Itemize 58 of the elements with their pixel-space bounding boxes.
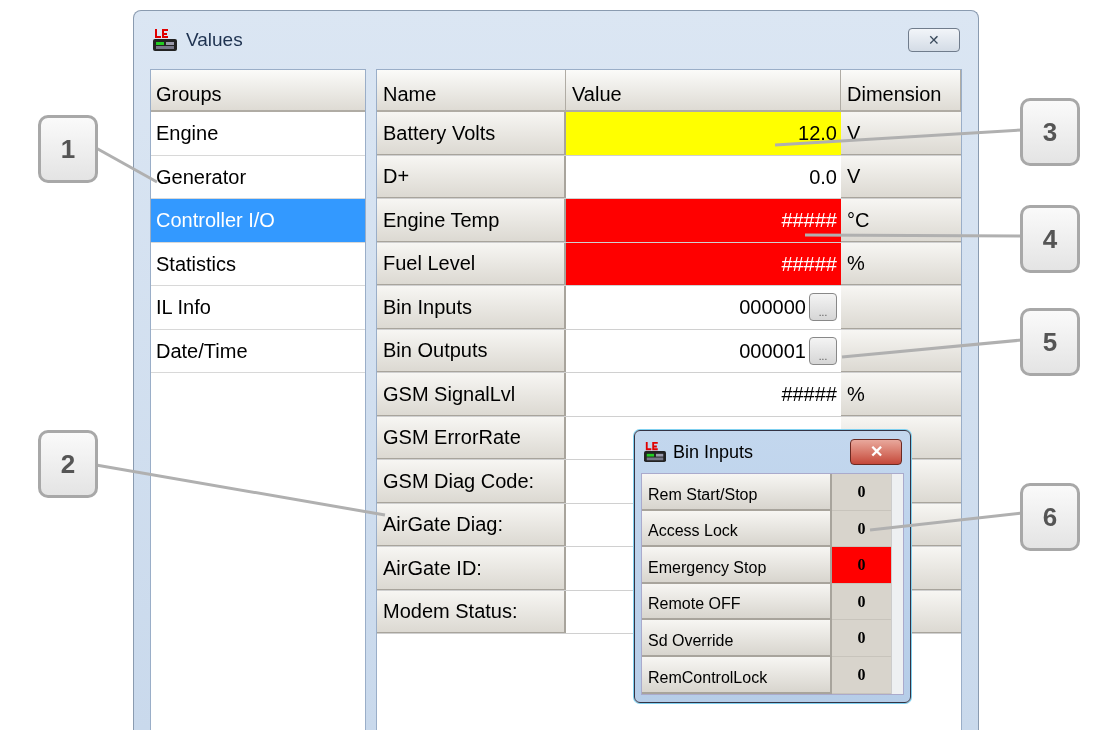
dimension-cell: V xyxy=(841,155,961,198)
column-header: Groups xyxy=(151,70,365,112)
row-name: AirGate Diag: xyxy=(377,503,566,546)
input-name: Emergency Stop xyxy=(642,547,832,584)
row-name: Engine Temp xyxy=(377,199,566,242)
callout-label: 4 xyxy=(1020,205,1080,273)
value-text: 0.0 xyxy=(809,164,837,190)
row-name: Fuel Level xyxy=(377,242,566,285)
group-item[interactable]: Date/Time xyxy=(151,329,365,373)
value-text: 000000 xyxy=(739,295,806,321)
input-name: Rem Start/Stop xyxy=(642,474,832,511)
ellipsis-button[interactable]: ... xyxy=(809,336,837,365)
column-header: Dimension xyxy=(841,70,961,112)
callout-label: 2 xyxy=(38,430,98,498)
input-name: RemControlLock xyxy=(642,656,832,694)
input-value: 0 xyxy=(832,656,892,694)
row-name: D+ xyxy=(377,155,566,198)
popup-title: Bin Inputs xyxy=(673,440,754,464)
app-icon xyxy=(643,441,667,463)
input-value: 0 xyxy=(832,547,892,584)
row-name: AirGate ID: xyxy=(377,547,566,590)
row-name: Battery Volts xyxy=(377,112,566,155)
callout-label: 6 xyxy=(1020,483,1080,551)
column-header: Name xyxy=(377,70,566,112)
row-name: Bin Inputs xyxy=(377,286,566,329)
input-name: Remote OFF xyxy=(642,583,832,621)
input-name: Access Lock xyxy=(642,510,832,548)
input-value: 0 xyxy=(832,474,892,511)
app-icon xyxy=(152,28,178,52)
row-name: Bin Outputs xyxy=(377,329,566,372)
value-cell: ##### xyxy=(566,242,841,285)
value-text: 000001 xyxy=(739,338,806,364)
value-cell: ##### xyxy=(566,199,841,242)
input-name: Sd Override xyxy=(642,620,832,657)
value-cell: 12.0 xyxy=(566,112,841,155)
callout-label: 1 xyxy=(38,115,98,183)
group-item[interactable]: Statistics xyxy=(151,242,365,286)
input-value: 0 xyxy=(832,510,892,548)
ellipsis-button[interactable]: ... xyxy=(809,293,837,322)
callout-label: 3 xyxy=(1020,98,1080,166)
group-item[interactable]: Engine xyxy=(151,112,365,156)
input-value: 0 xyxy=(832,583,892,621)
row-name: Modem Status: xyxy=(377,590,566,633)
dimension-cell: % xyxy=(841,373,961,416)
leader-line xyxy=(95,146,158,184)
window-title: Values xyxy=(186,27,243,52)
dimension-cell: % xyxy=(841,242,961,285)
dimension-cell: V xyxy=(841,112,961,155)
row-name: GSM ErrorRate xyxy=(377,416,566,459)
input-value: 0 xyxy=(832,620,892,657)
column-header: Value xyxy=(566,70,841,112)
dimension-cell: °C xyxy=(841,199,961,242)
callout-label: 5 xyxy=(1020,308,1080,376)
row-name: GSM Diag Code: xyxy=(377,460,566,503)
value-text: ##### xyxy=(781,382,837,408)
close-button[interactable]: ✕ xyxy=(908,28,960,52)
row-name: GSM SignalLvl xyxy=(377,373,566,416)
group-item[interactable]: IL Info xyxy=(151,286,365,330)
